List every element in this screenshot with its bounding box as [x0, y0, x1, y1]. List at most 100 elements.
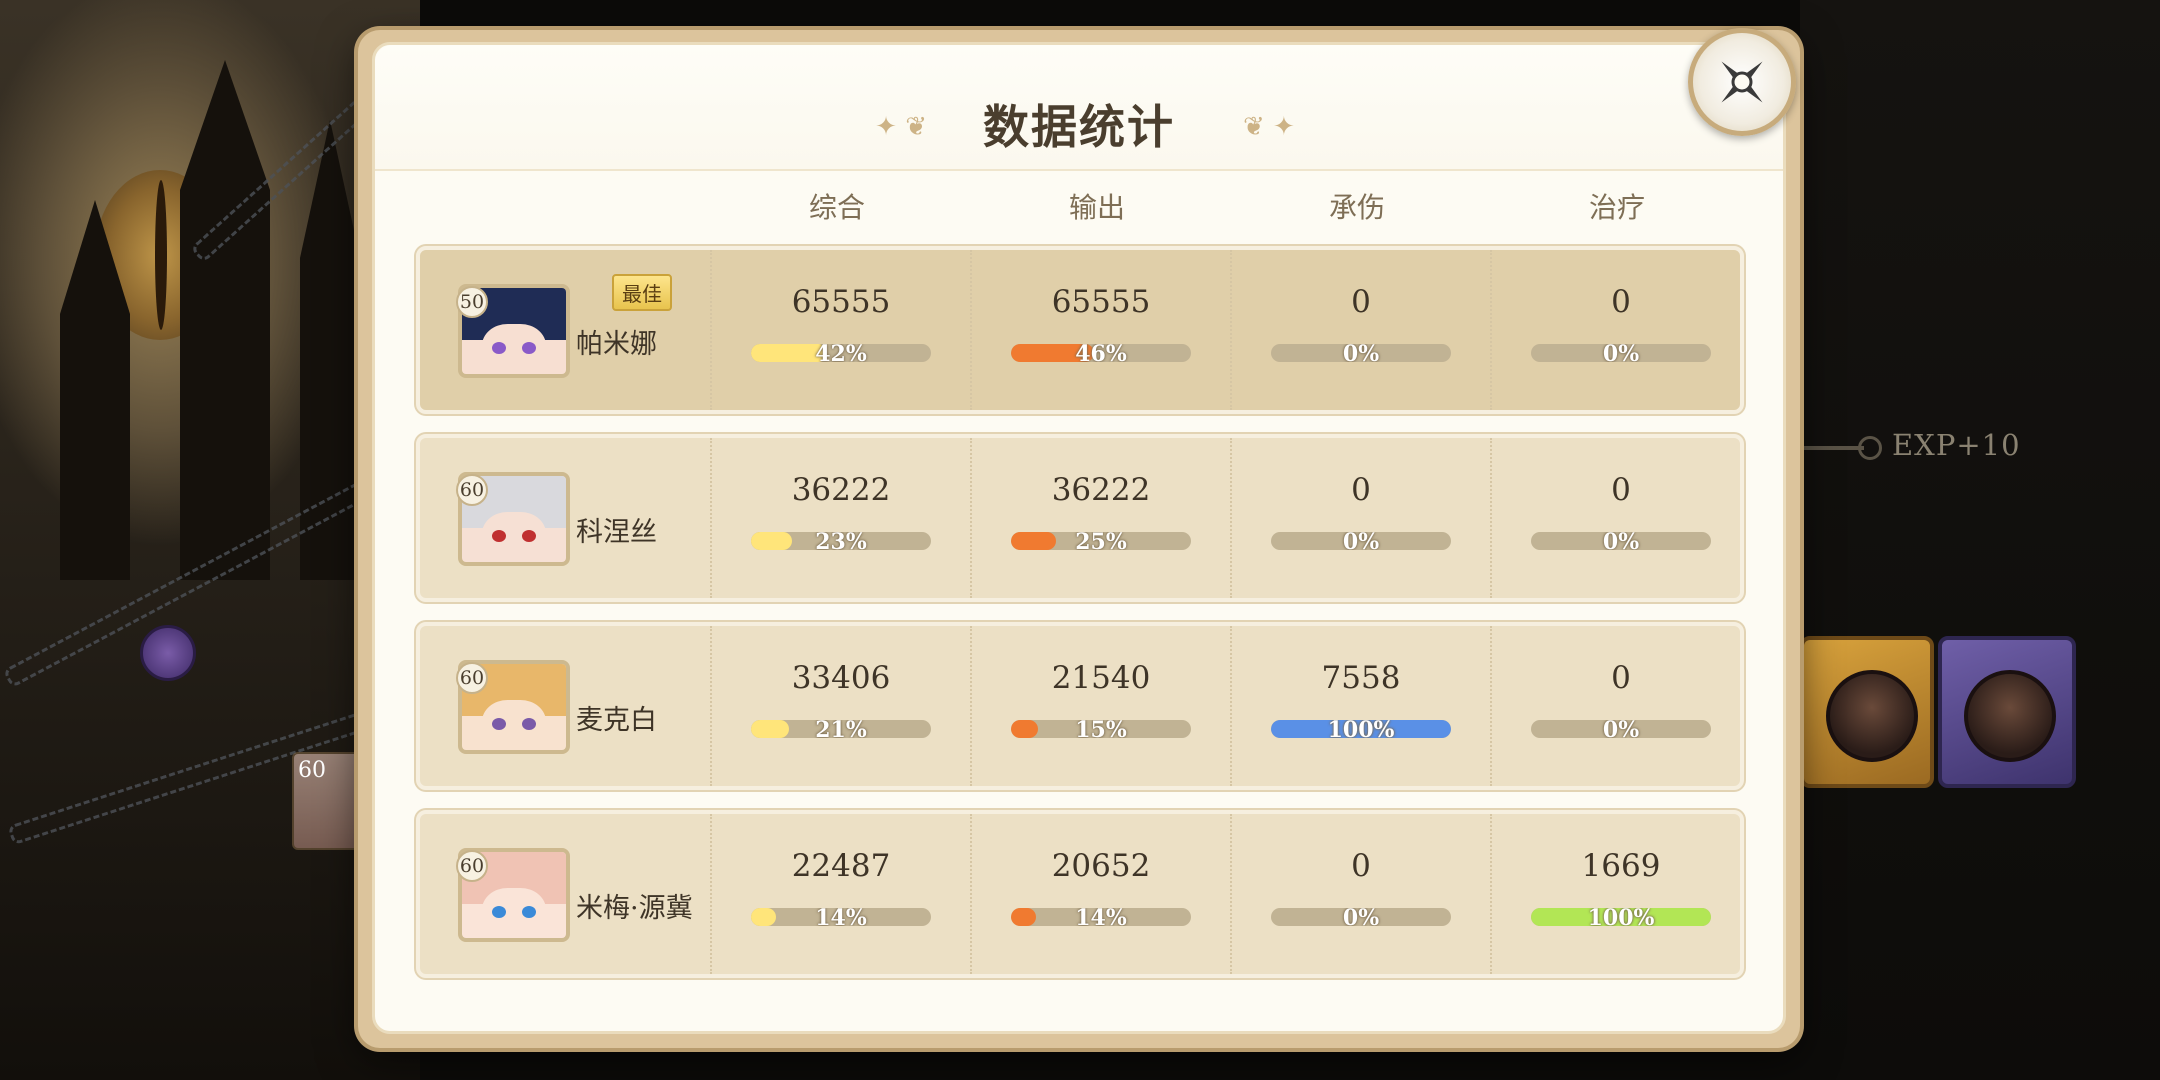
stat-percent: 0% [1602, 720, 1640, 738]
stat-progress-bar: 100% [1531, 908, 1711, 926]
character-level-badge: 60 [456, 850, 488, 882]
stat-progress-bar: 0% [1271, 908, 1451, 926]
stat-percent: 0% [1342, 344, 1380, 362]
avatar-eyes [492, 342, 536, 354]
stat-cell-damage: 20652 14% [971, 814, 1231, 974]
stat-cell-tank: 7558 100% [1231, 626, 1491, 786]
exp-line-decoration [1800, 446, 1864, 450]
stat-progress-bar: 0% [1271, 344, 1451, 362]
character-name: 帕米娜 [576, 329, 657, 360]
stats-row: 60 麦克白 33406 21% 21540 15% 7558 100% 0 0% [416, 622, 1744, 790]
stat-progress-bar: 25% [1011, 532, 1191, 550]
stat-progress-bar: 0% [1531, 720, 1711, 738]
stat-percent: 15% [1075, 720, 1127, 738]
avatar-eyes [492, 530, 536, 542]
background-right-area [1800, 0, 2160, 1080]
exp-knob-decoration [1858, 436, 1882, 460]
stat-value: 33406 [791, 660, 891, 696]
stat-value: 65555 [1051, 284, 1151, 320]
stat-cell-heal: 0 0% [1491, 626, 1751, 786]
stat-percent: 0% [1342, 908, 1380, 926]
stat-progress-bar: 23% [751, 532, 931, 550]
eye-slit-art [155, 180, 167, 330]
stat-percent: 14% [1075, 908, 1127, 926]
reward-portrait [1826, 670, 1918, 762]
stat-cell-overall: 22487 14% [711, 814, 971, 974]
stat-value: 0 [1351, 848, 1371, 884]
tower-art [180, 60, 270, 580]
best-badge: 最佳 [612, 274, 672, 311]
stat-percent: 0% [1602, 344, 1640, 362]
character-name: 米梅·源冀 [576, 893, 693, 924]
stat-value: 1669 [1581, 848, 1661, 884]
stat-percent: 25% [1075, 532, 1127, 550]
avatar-eyes [492, 906, 536, 918]
stat-value: 36222 [1051, 472, 1151, 508]
stat-progress-bar: 14% [751, 908, 931, 926]
stat-value: 20652 [1051, 848, 1151, 884]
stat-progress-bar: 0% [1531, 344, 1711, 362]
stat-cell-overall: 36222 23% [711, 438, 971, 598]
stat-percent: 46% [1075, 344, 1127, 362]
stat-percent: 21% [815, 720, 867, 738]
background-castle-art [0, 0, 424, 1080]
stat-cell-heal: 0 0% [1491, 438, 1751, 598]
avatar-eyes [492, 718, 536, 730]
stat-percent: 100% [1587, 908, 1655, 926]
stat-value: 36222 [791, 472, 891, 508]
stats-row: 50 帕米娜 最佳 65555 42% 65555 46% 0 0% 0 0% [416, 246, 1744, 414]
close-button[interactable] [1688, 28, 1796, 136]
stat-value: 65555 [791, 284, 891, 320]
stat-progress-bar: 21% [751, 720, 931, 738]
stat-cell-damage: 21540 15% [971, 626, 1231, 786]
stat-percent: 14% [815, 908, 867, 926]
stat-progress-bar: 42% [751, 344, 931, 362]
column-header-overall: 综合 [808, 191, 865, 224]
character-level-badge: 60 [456, 662, 488, 694]
close-icon [1721, 61, 1763, 103]
reward-portrait [1964, 670, 2056, 762]
stat-cell-damage: 36222 25% [971, 438, 1231, 598]
stat-value: 0 [1351, 284, 1371, 320]
stat-progress-bar: 0% [1531, 532, 1711, 550]
stat-percent: 42% [815, 344, 867, 362]
stat-cell-overall: 33406 21% [711, 626, 971, 786]
stats-row: 60 米梅·源冀 22487 14% 20652 14% 0 0% 1669 100% [416, 810, 1744, 978]
dialog-title-bar: ✦ ❦ 数据统计 ❦ ✦ [375, 45, 1783, 171]
stat-percent: 0% [1602, 532, 1640, 550]
character-class-icon [140, 625, 196, 681]
character-name: 麦克白 [576, 705, 657, 736]
stat-progress-bar: 46% [1011, 344, 1191, 362]
stat-cell-heal: 1669 100% [1491, 814, 1751, 974]
character-level-badge: 60 [456, 474, 488, 506]
stat-progress-bar: 0% [1271, 532, 1451, 550]
exp-reward-text: EXP+10 [1892, 428, 2021, 462]
stat-value: 22487 [791, 848, 891, 884]
stat-percent: 0% [1342, 532, 1380, 550]
column-header-tank: 承伤 [1328, 191, 1385, 224]
stat-value: 7558 [1321, 660, 1401, 696]
stat-value: 0 [1611, 660, 1631, 696]
stat-progress-bar: 14% [1011, 908, 1191, 926]
stat-cell-tank: 0 0% [1231, 814, 1491, 974]
stat-cell-heal: 0 0% [1491, 250, 1751, 410]
stat-value: 0 [1611, 472, 1631, 508]
stat-percent: 23% [815, 532, 867, 550]
reward-card-purple [1938, 636, 2076, 788]
column-header-damage: 输出 [1068, 191, 1125, 224]
dialog-title: 数据统计 [983, 100, 1175, 154]
stat-progress-bar: 15% [1011, 720, 1191, 738]
character-name: 科涅丝 [576, 517, 657, 548]
ornament-right-icon: ❦ ✦ [1243, 112, 1295, 142]
mini-card-level: 60 [298, 758, 326, 783]
column-header-heal: 治疗 [1588, 191, 1645, 224]
stats-row: 60 科涅丝 36222 23% 36222 25% 0 0% 0 0% [416, 434, 1744, 602]
stat-progress-bar: 100% [1271, 720, 1451, 738]
stat-value: 0 [1611, 284, 1631, 320]
stat-cell-tank: 0 0% [1231, 438, 1491, 598]
character-level-badge: 50 [456, 286, 488, 318]
stat-value: 0 [1351, 472, 1371, 508]
stat-cell-tank: 0 0% [1231, 250, 1491, 410]
stat-cell-overall: 65555 42% [711, 250, 971, 410]
stat-percent: 100% [1327, 720, 1395, 738]
